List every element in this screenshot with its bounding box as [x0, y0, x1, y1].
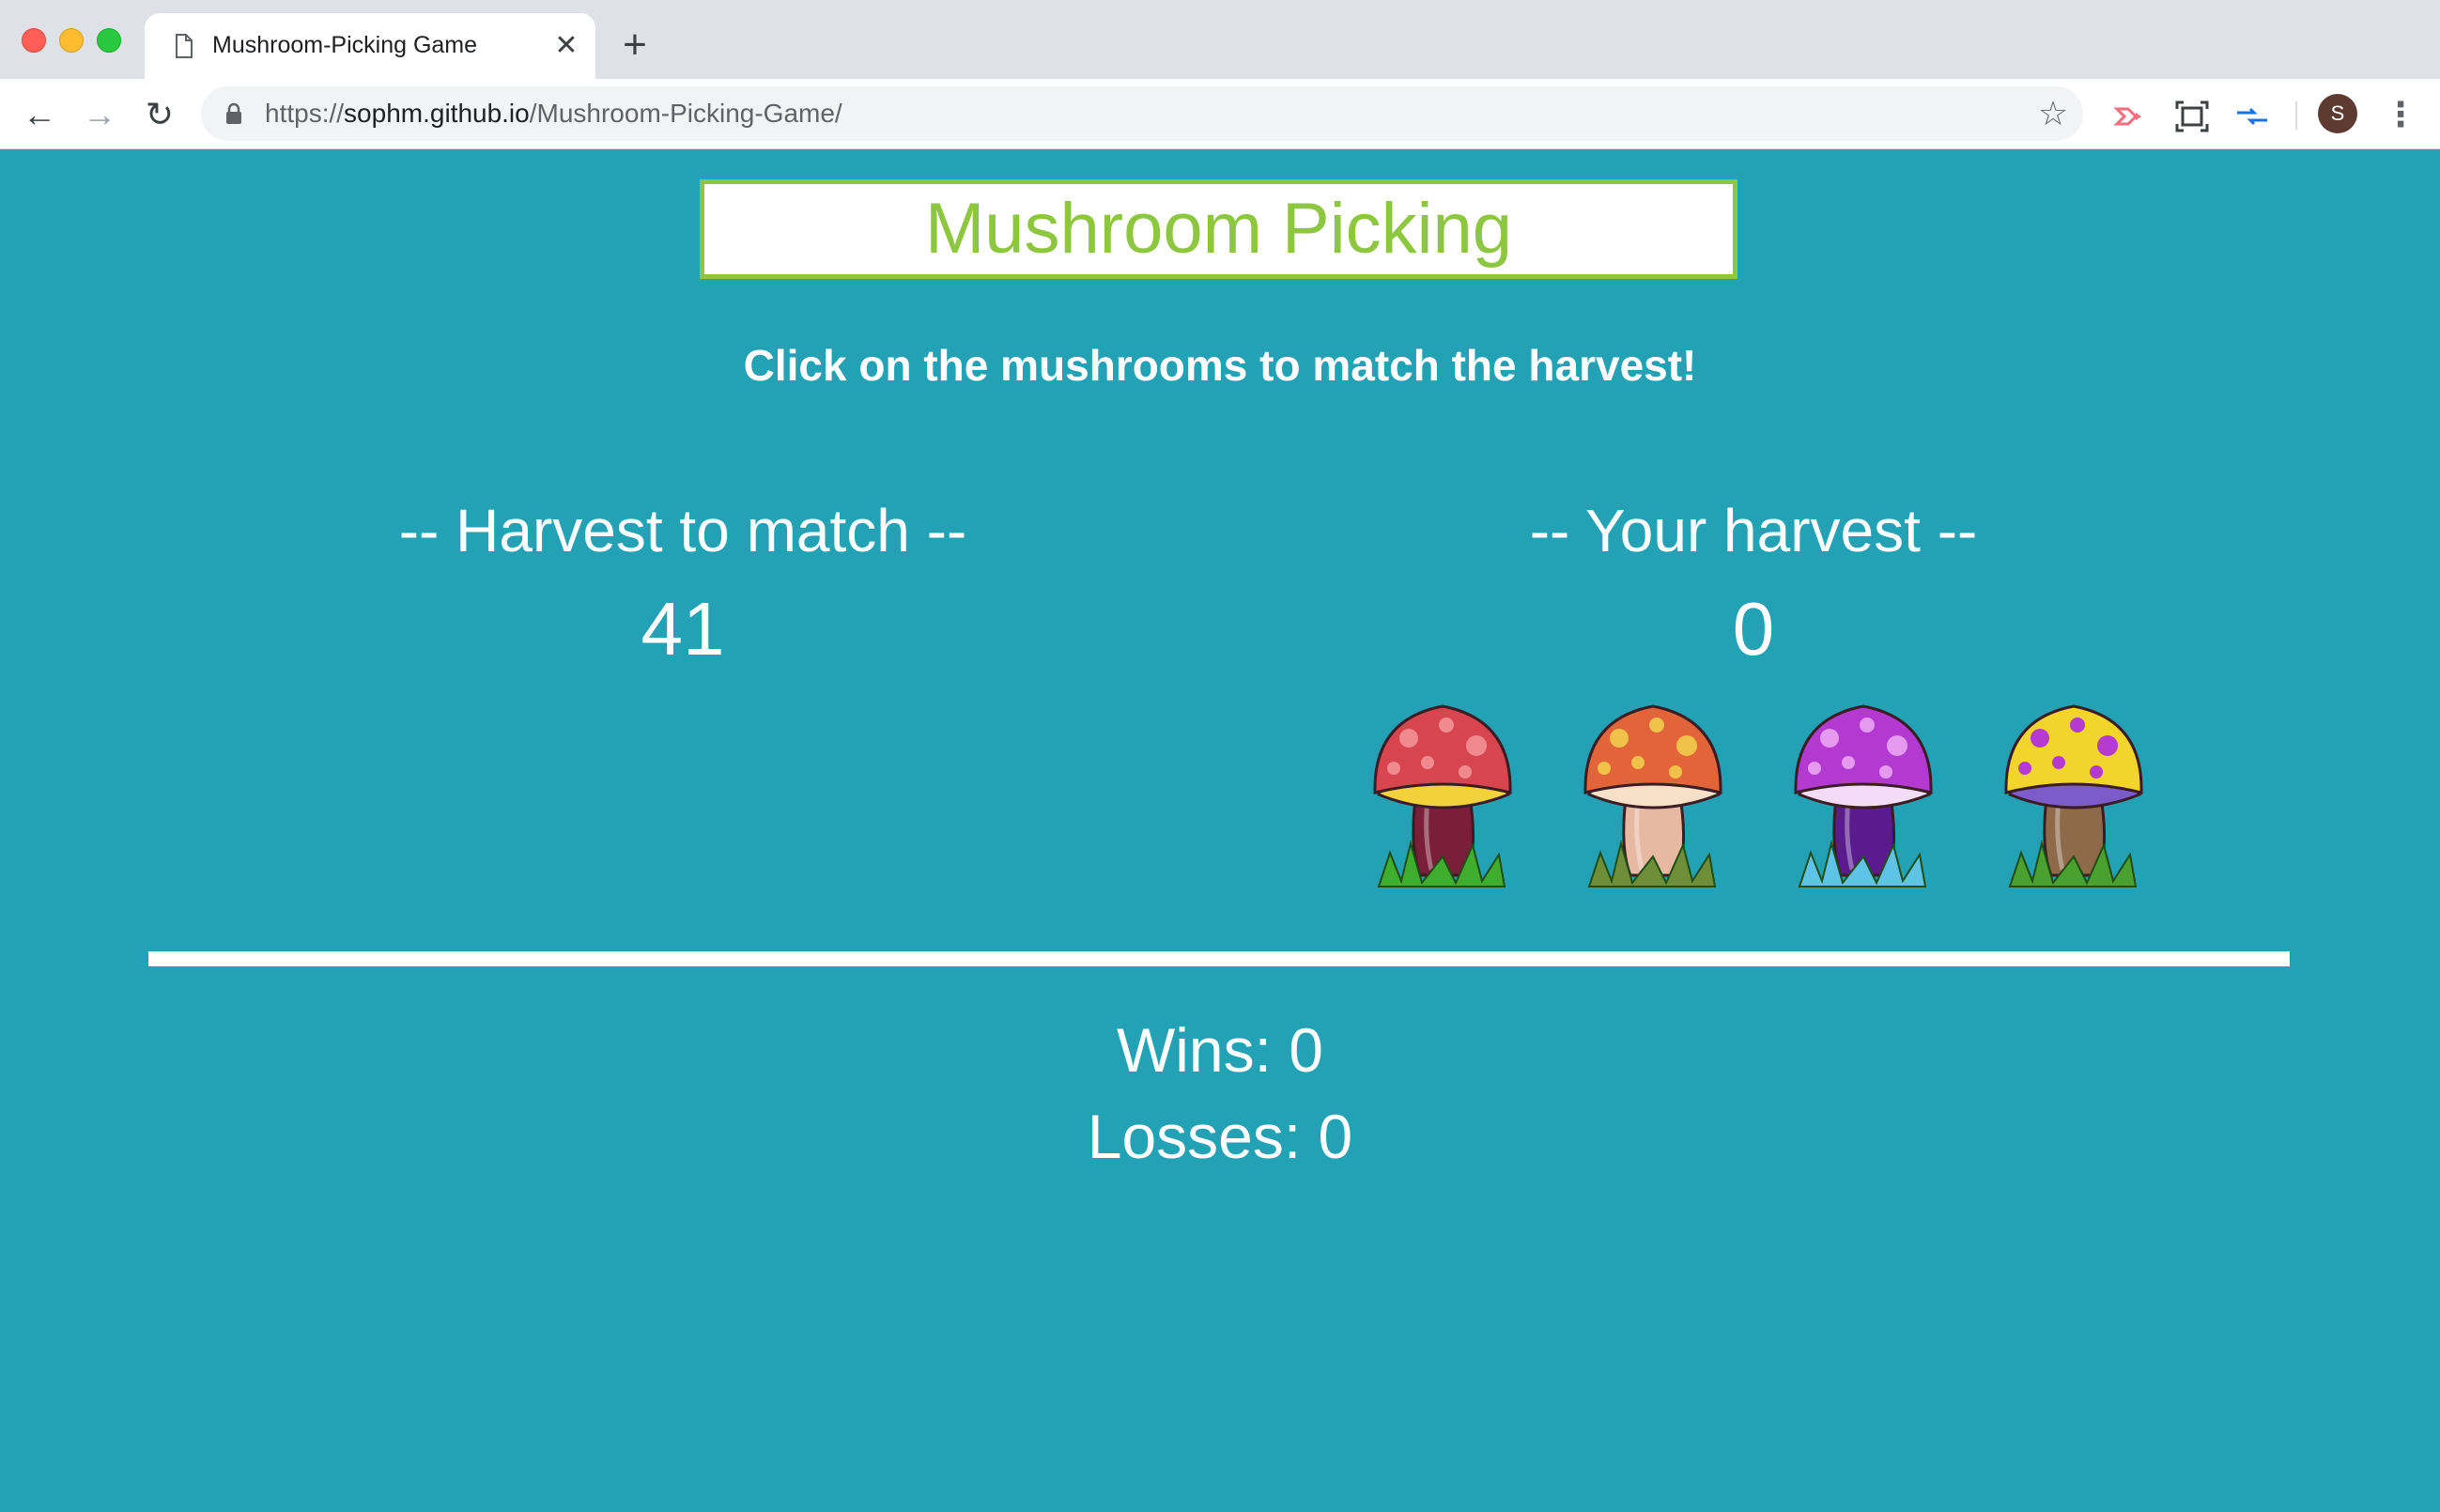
close-window-button[interactable] — [22, 28, 46, 53]
url-path: /Mushroom-Picking-Game/ — [529, 99, 842, 128]
lock-icon — [226, 102, 241, 124]
url-scheme: https:// — [265, 99, 345, 128]
reload-icon[interactable]: ↻ — [139, 94, 180, 135]
section-divider — [148, 951, 2290, 966]
url-text: https://sophm.github.io/Mushroom-Picking… — [265, 99, 842, 129]
page-title: Mushroom Picking — [924, 189, 1513, 269]
profile-avatar[interactable]: S — [2318, 94, 2357, 133]
new-tab-icon[interactable]: + — [616, 24, 654, 66]
orange-mushroom-icon[interactable] — [1572, 697, 1732, 894]
your-harvest-value: 0 — [1732, 587, 1775, 671]
tab-strip: Mushroom-Picking Game ✕ + — [0, 0, 2440, 79]
browser-toolbar: ← → ↻ https://sophm.github.io/Mushroom-P… — [0, 79, 2440, 149]
losses-counter: Losses: 0 — [1087, 1102, 1353, 1171]
document-icon — [176, 34, 193, 58]
address-bar[interactable]: https://sophm.github.io/Mushroom-Picking… — [201, 86, 2083, 141]
toolbar-divider — [2295, 101, 2297, 130]
screenshot-capture-icon[interactable] — [2173, 98, 2211, 135]
browser-chrome: Mushroom-Picking Game ✕ + ← → ↻ https://… — [0, 0, 2440, 149]
instructions-text: Click on the mushrooms to match the harv… — [743, 341, 1697, 390]
browser-menu-icon[interactable]: ⋮ — [2384, 94, 2417, 135]
minimize-window-button[interactable] — [59, 28, 84, 53]
browser-tab[interactable]: Mushroom-Picking Game ✕ — [145, 13, 595, 79]
back-arrow-icon[interactable]: ← — [19, 94, 60, 135]
extension-arrow-icon[interactable] — [2111, 98, 2149, 135]
target-harvest-value: 41 — [641, 587, 725, 671]
tab-close-icon[interactable]: ✕ — [552, 32, 580, 60]
forward-arrow-icon[interactable]: → — [79, 94, 120, 135]
wins-counter: Wins: 0 — [1116, 1015, 1324, 1085]
target-harvest-heading: -- Harvest to match -- — [398, 497, 967, 564]
tab-title: Mushroom-Picking Game — [212, 32, 478, 58]
red-mushroom-icon[interactable] — [1362, 697, 1521, 894]
purple-mushroom-icon[interactable] — [1783, 697, 1942, 894]
bookmark-star-icon[interactable]: ☆ — [2034, 95, 2072, 132]
your-harvest-heading: -- Your harvest -- — [1529, 497, 1978, 564]
yellow-mushroom-icon[interactable] — [1993, 697, 2153, 894]
maximize-window-button[interactable] — [97, 28, 121, 53]
game-title-box: Mushroom Picking — [700, 179, 1737, 279]
sync-arrows-icon[interactable] — [2233, 98, 2271, 135]
url-host: sophm.github.io — [344, 99, 530, 128]
mushroom-buttons — [1362, 697, 2151, 903]
